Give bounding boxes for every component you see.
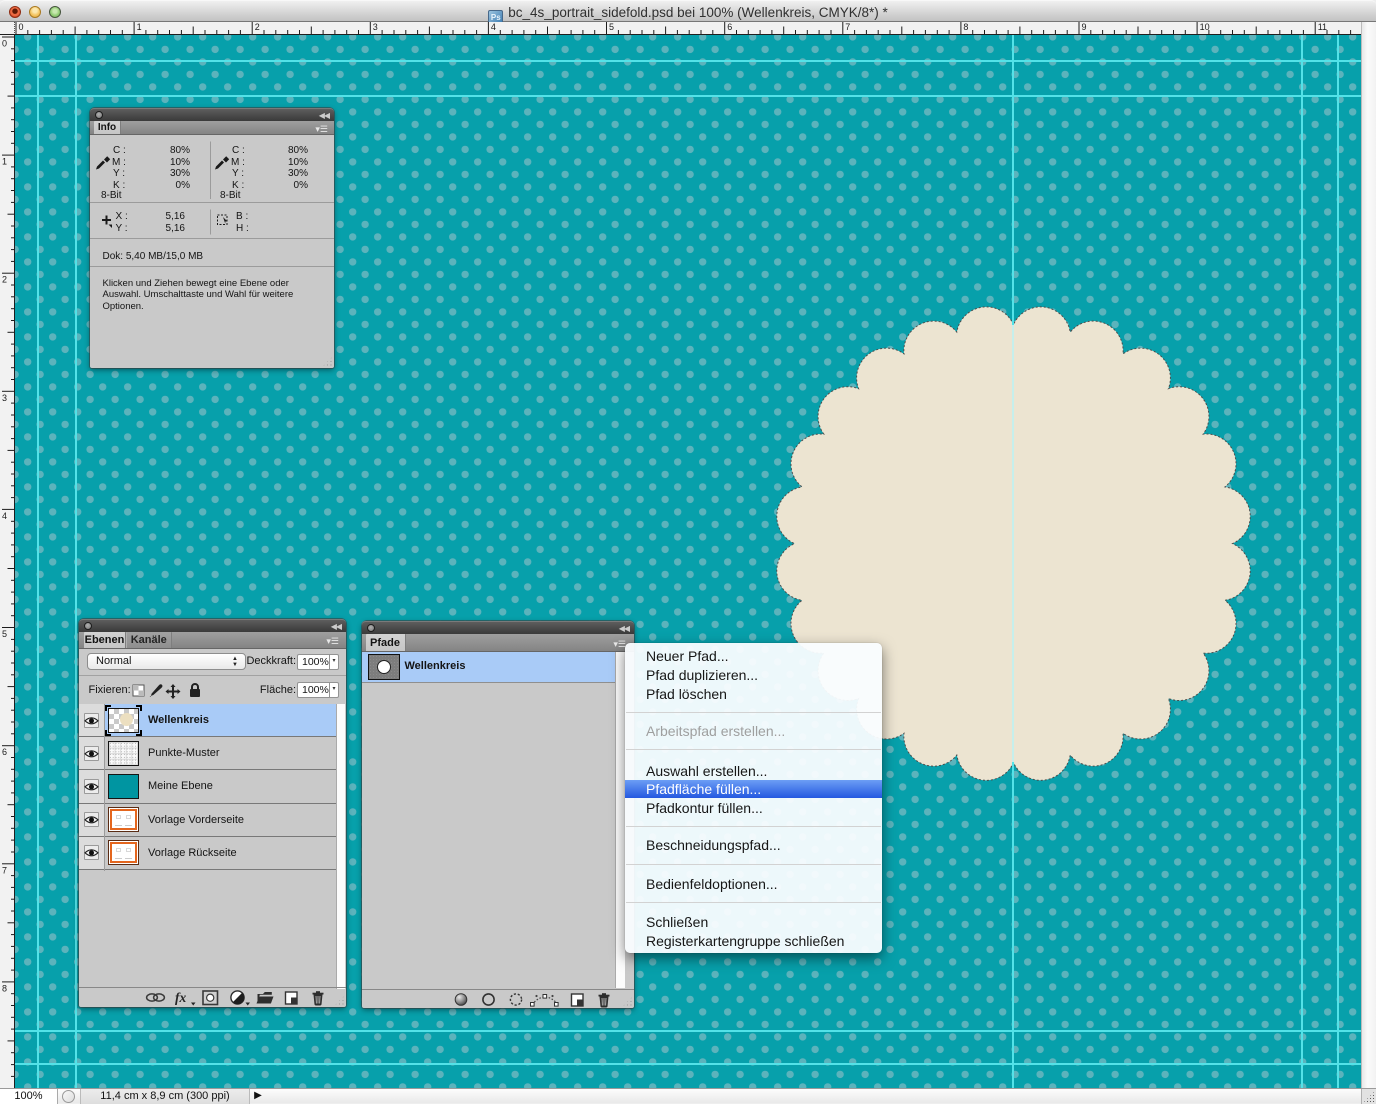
- svg-text:3: 3: [2, 393, 7, 403]
- svg-text:2: 2: [255, 22, 260, 32]
- svg-text:1: 1: [2, 157, 7, 167]
- svg-text:8: 8: [963, 22, 968, 32]
- svg-text:7: 7: [845, 22, 850, 32]
- svg-text:11: 11: [1318, 22, 1327, 32]
- svg-text:0: 0: [2, 39, 7, 49]
- svg-text:4: 4: [2, 511, 7, 521]
- svg-text:fx: fx: [175, 990, 186, 1005]
- svg-text:5: 5: [2, 629, 7, 639]
- svg-text:9: 9: [1082, 22, 1087, 32]
- svg-text:7: 7: [2, 865, 7, 875]
- svg-text:5: 5: [609, 22, 614, 32]
- svg-text:4: 4: [491, 22, 496, 32]
- svg-text:0: 0: [19, 22, 24, 32]
- svg-text:1: 1: [137, 22, 142, 32]
- svg-text:8: 8: [2, 983, 7, 993]
- svg-text:10: 10: [1200, 22, 1210, 32]
- svg-text:6: 6: [727, 22, 732, 32]
- svg-text:3: 3: [373, 22, 378, 32]
- svg-text:2: 2: [2, 275, 7, 285]
- svg-text:6: 6: [2, 747, 7, 757]
